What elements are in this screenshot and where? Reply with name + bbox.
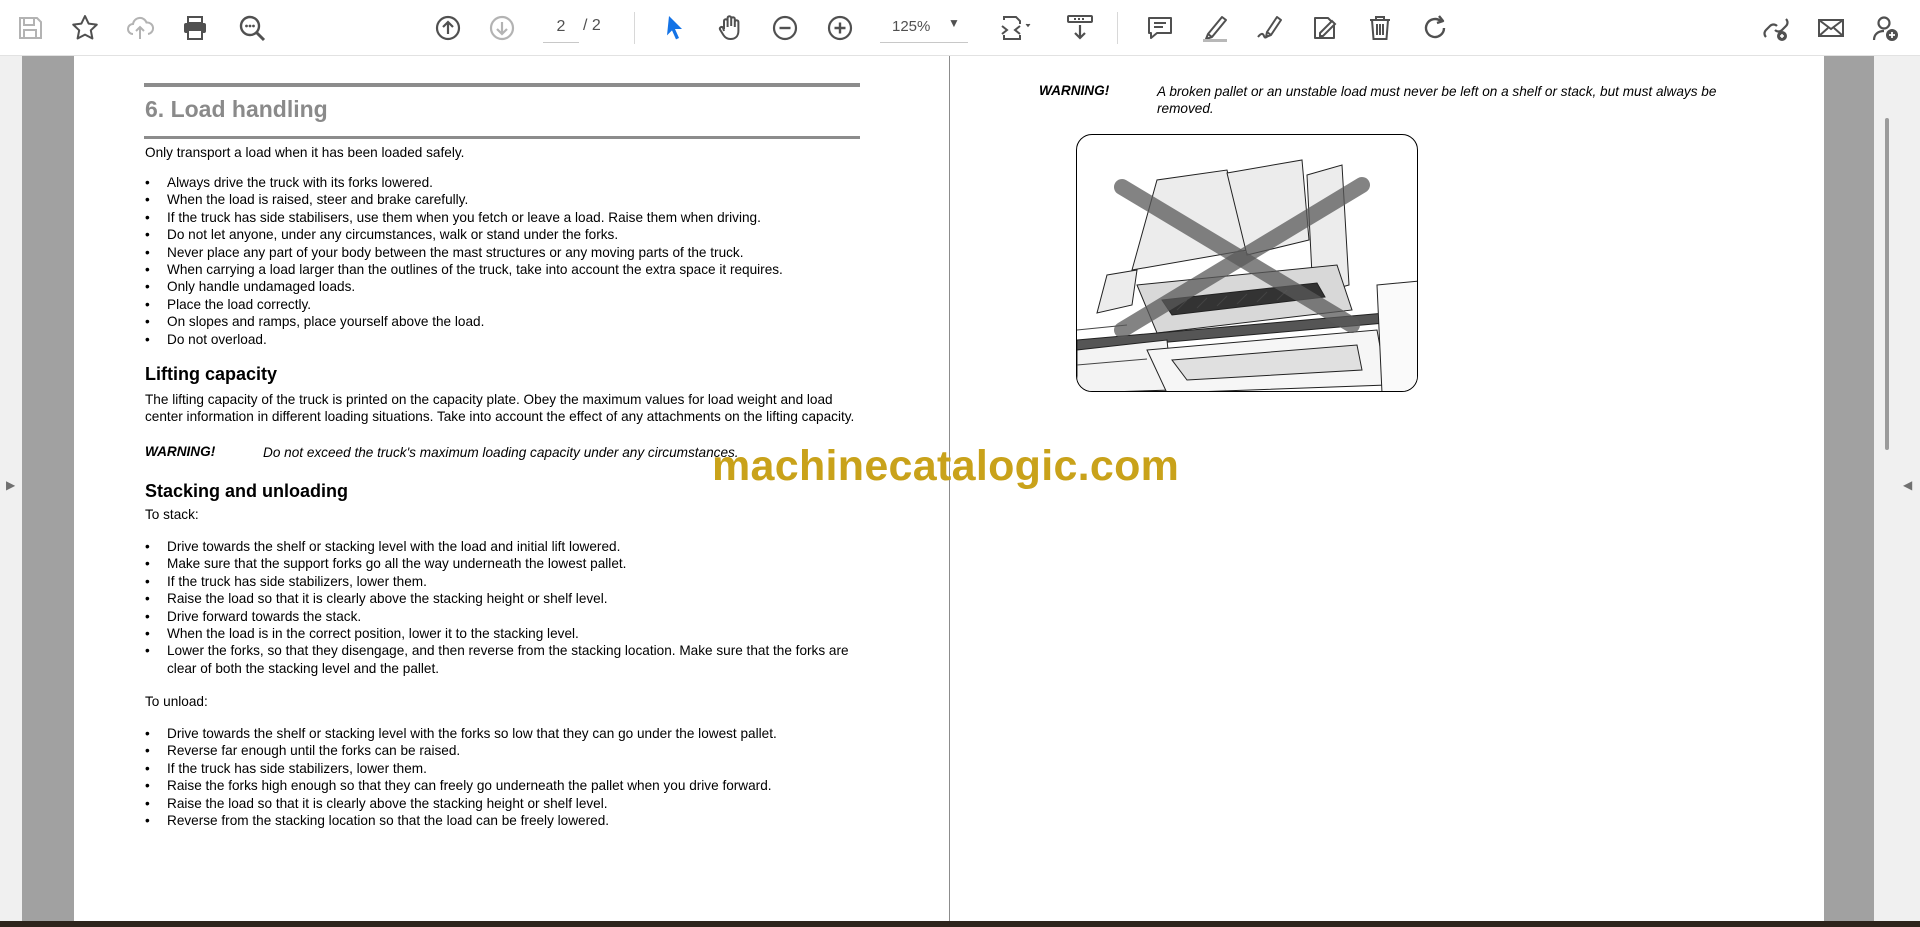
watermark-text: machinecatalogic.com — [712, 442, 1180, 490]
page-up-icon[interactable] — [428, 8, 468, 48]
safety-bullet-list: Always drive the truck with its forks lo… — [145, 174, 865, 348]
bottom-edge — [0, 921, 1920, 927]
list-item: Do not overload. — [145, 331, 865, 349]
zoom-out-icon[interactable] — [765, 8, 805, 48]
cloud-upload-icon[interactable] — [120, 8, 160, 48]
toolbar-divider — [1117, 12, 1118, 44]
right-warning-label: WARNING! — [1039, 83, 1110, 98]
subheading-stacking: Stacking and unloading — [145, 481, 349, 501]
select-cursor-icon[interactable] — [655, 8, 695, 48]
chevron-down-icon: ▼ — [948, 16, 960, 30]
list-item: Raise the forks high enough so that they… — [145, 777, 865, 795]
zoom-value: 125% — [892, 18, 931, 35]
add-user-icon[interactable] — [1866, 8, 1906, 48]
list-item: Never place any part of your body betwee… — [145, 244, 865, 262]
list-item: If the truck has side stabilizers, lower… — [145, 573, 865, 591]
page-number-input[interactable] — [543, 11, 579, 43]
crossed-out-pallet-image — [1077, 159, 1417, 391]
canvas-margin-left — [22, 56, 74, 921]
to-unload-label: To unload: — [145, 694, 208, 709]
scrollbar-thumb[interactable] — [1885, 118, 1889, 450]
sign-icon[interactable] — [1250, 8, 1290, 48]
stamp-icon[interactable] — [1305, 8, 1345, 48]
zoom-in-icon[interactable] — [820, 8, 860, 48]
page-total: / 2 — [583, 17, 601, 34]
list-item: Do not let anyone, under any circumstanc… — [145, 226, 865, 244]
expand-right-panel-icon[interactable]: ◀ — [1903, 478, 1912, 492]
bookmark-star-icon[interactable] — [65, 8, 105, 48]
list-item: Raise the load so that it is clearly abo… — [145, 590, 865, 608]
highlight-icon[interactable] — [1195, 8, 1235, 48]
unloading-bullet-list: Drive towards the shelf or stacking leve… — [145, 725, 865, 830]
list-item: Raise the load so that it is clearly abo… — [145, 795, 865, 813]
list-item: When the load is in the correct position… — [145, 625, 865, 643]
expand-left-panel-icon[interactable]: ▶ — [6, 478, 15, 492]
search-zoom-icon[interactable] — [232, 8, 272, 48]
lifting-capacity-text: The lifting capacity of the truck is pri… — [145, 392, 855, 424]
canvas-margin-right — [1824, 56, 1874, 921]
list-item: On slopes and ramps, place yourself abov… — [145, 313, 865, 331]
section-heading: 6. Load handling — [145, 96, 328, 122]
share-link-icon[interactable] — [1756, 8, 1796, 48]
list-item: Lower the forks, so that they disengage,… — [145, 642, 865, 677]
fit-page-icon[interactable] — [990, 8, 1038, 48]
list-item: Only handle undamaged loads. — [145, 278, 865, 296]
toolbar-divider — [634, 12, 635, 44]
heading-rule-bottom — [144, 136, 860, 139]
right-warning-text: A broken pallet or an unstable load must… — [1157, 84, 1717, 116]
subheading-lifting-capacity: Lifting capacity — [145, 364, 278, 384]
email-icon[interactable] — [1811, 8, 1851, 48]
comment-icon[interactable] — [1140, 8, 1180, 48]
list-item: If the truck has side stabilizers, lower… — [145, 760, 865, 778]
list-item: Always drive the truck with its forks lo… — [145, 174, 865, 192]
list-item: Reverse from the stacking location so th… — [145, 812, 865, 830]
stacking-bullet-list: Drive towards the shelf or stacking leve… — [145, 538, 865, 677]
list-item: When the load is raised, steer and brake… — [145, 191, 865, 209]
to-stack-label: To stack: — [145, 507, 199, 522]
list-item: Drive towards the shelf or stacking leve… — [145, 725, 865, 743]
warning-label: WARNING! — [145, 444, 216, 459]
zoom-select[interactable]: 125% ▼ — [880, 11, 968, 43]
list-item: When carrying a load larger than the out… — [145, 261, 865, 279]
heading-rule-top — [144, 83, 860, 87]
warning-text: Do not exceed the truck's maximum loadin… — [263, 445, 739, 460]
list-item: Reverse far enough until the forks can b… — [145, 742, 865, 760]
hand-tool-icon[interactable] — [710, 8, 750, 48]
delete-icon[interactable] — [1360, 8, 1400, 48]
list-item: Drive towards the shelf or stacking leve… — [145, 538, 865, 556]
list-item: Make sure that the support forks go all … — [145, 555, 865, 573]
toolbar: / 2 125% ▼ — [0, 0, 1920, 56]
page-down-icon[interactable] — [482, 8, 522, 48]
broken-pallet-illustration — [1076, 134, 1418, 392]
save-icon[interactable] — [10, 8, 50, 48]
list-item: If the truck has side stabilisers, use t… — [145, 209, 865, 227]
list-item: Place the load correctly. — [145, 296, 865, 314]
scroll-mode-icon[interactable] — [1060, 8, 1100, 48]
list-item: Drive forward towards the stack. — [145, 608, 865, 626]
rotate-icon[interactable] — [1415, 8, 1455, 48]
intro-text: Only transport a load when it has been l… — [145, 145, 465, 160]
print-icon[interactable] — [175, 8, 215, 48]
